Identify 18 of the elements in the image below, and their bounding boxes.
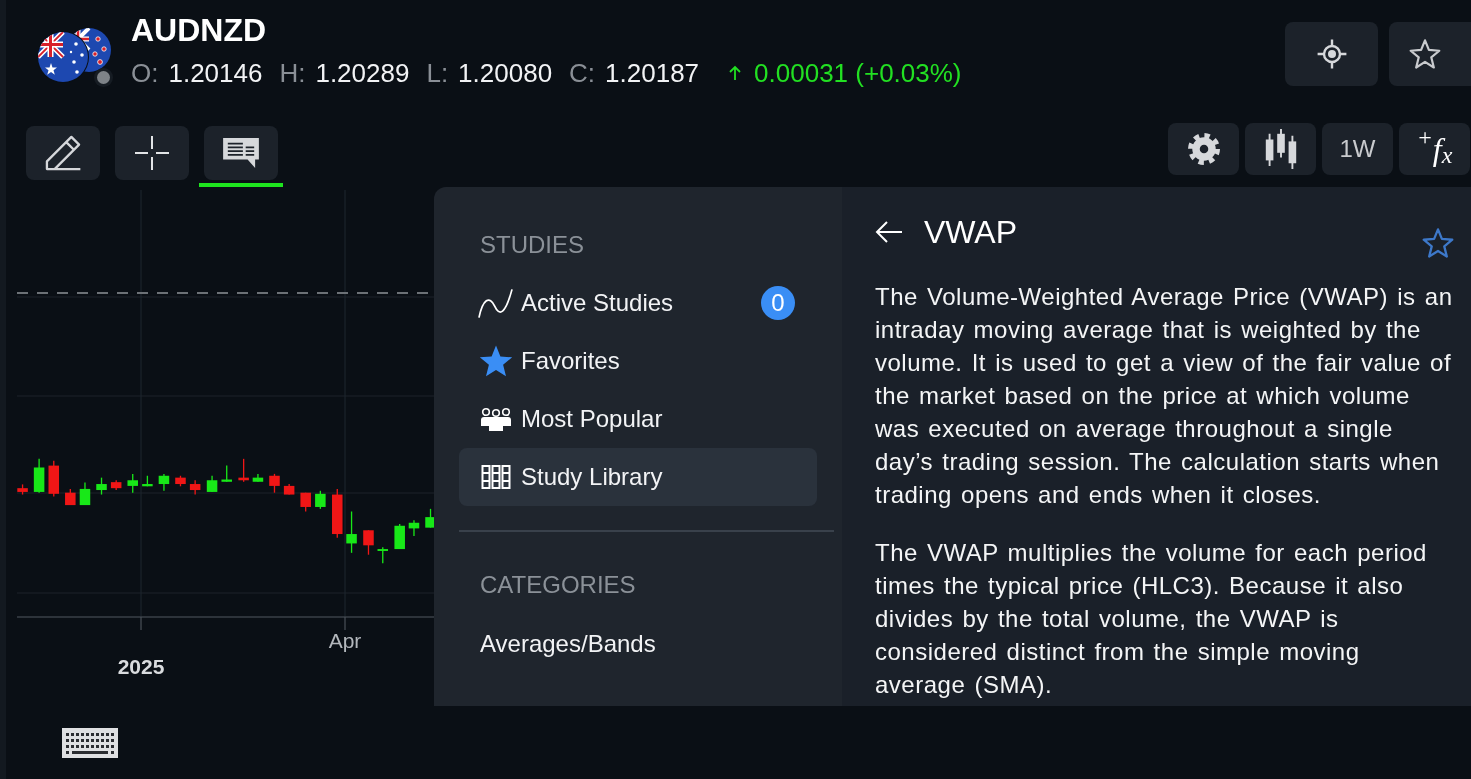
study-title: VWAP	[924, 213, 1018, 252]
price-label: H:	[279, 58, 306, 88]
price-label: O:	[131, 58, 159, 88]
price-value: 1.20146	[168, 58, 263, 88]
description-text: The VWAP multiplies the volume for each period times the typical price (HLC3). Because it also divides by the total volume, the VWAP is considered distinct from the simple moving average (SMA).	[875, 538, 1428, 700]
symbol-title: AUDNZD	[131, 12, 267, 48]
price-label: L:	[426, 58, 449, 88]
price-value: 1.20080	[458, 58, 553, 88]
description-text: The Volume-Weighted Average Price (VWAP) is an intraday moving average that is weighted by the volume. It is used to get a view of the fair value of the market based on the price at which volume was executed on average throughout a single day’s trading session. The calculation starts when trading opens and ends when it closes.	[875, 282, 1454, 510]
price-value: 1.20187	[605, 58, 700, 88]
axis-label: Apr	[328, 629, 362, 652]
price-change: 0.00031 (+0.03%)	[754, 58, 962, 88]
axis-label: 2025	[117, 655, 165, 678]
price-value: 1.20289	[315, 58, 410, 88]
price-label: C:	[569, 58, 596, 88]
section-heading: CATEGORIES	[480, 570, 636, 600]
section-heading: STUDIES	[480, 230, 584, 260]
count-badge: 0	[761, 286, 795, 320]
